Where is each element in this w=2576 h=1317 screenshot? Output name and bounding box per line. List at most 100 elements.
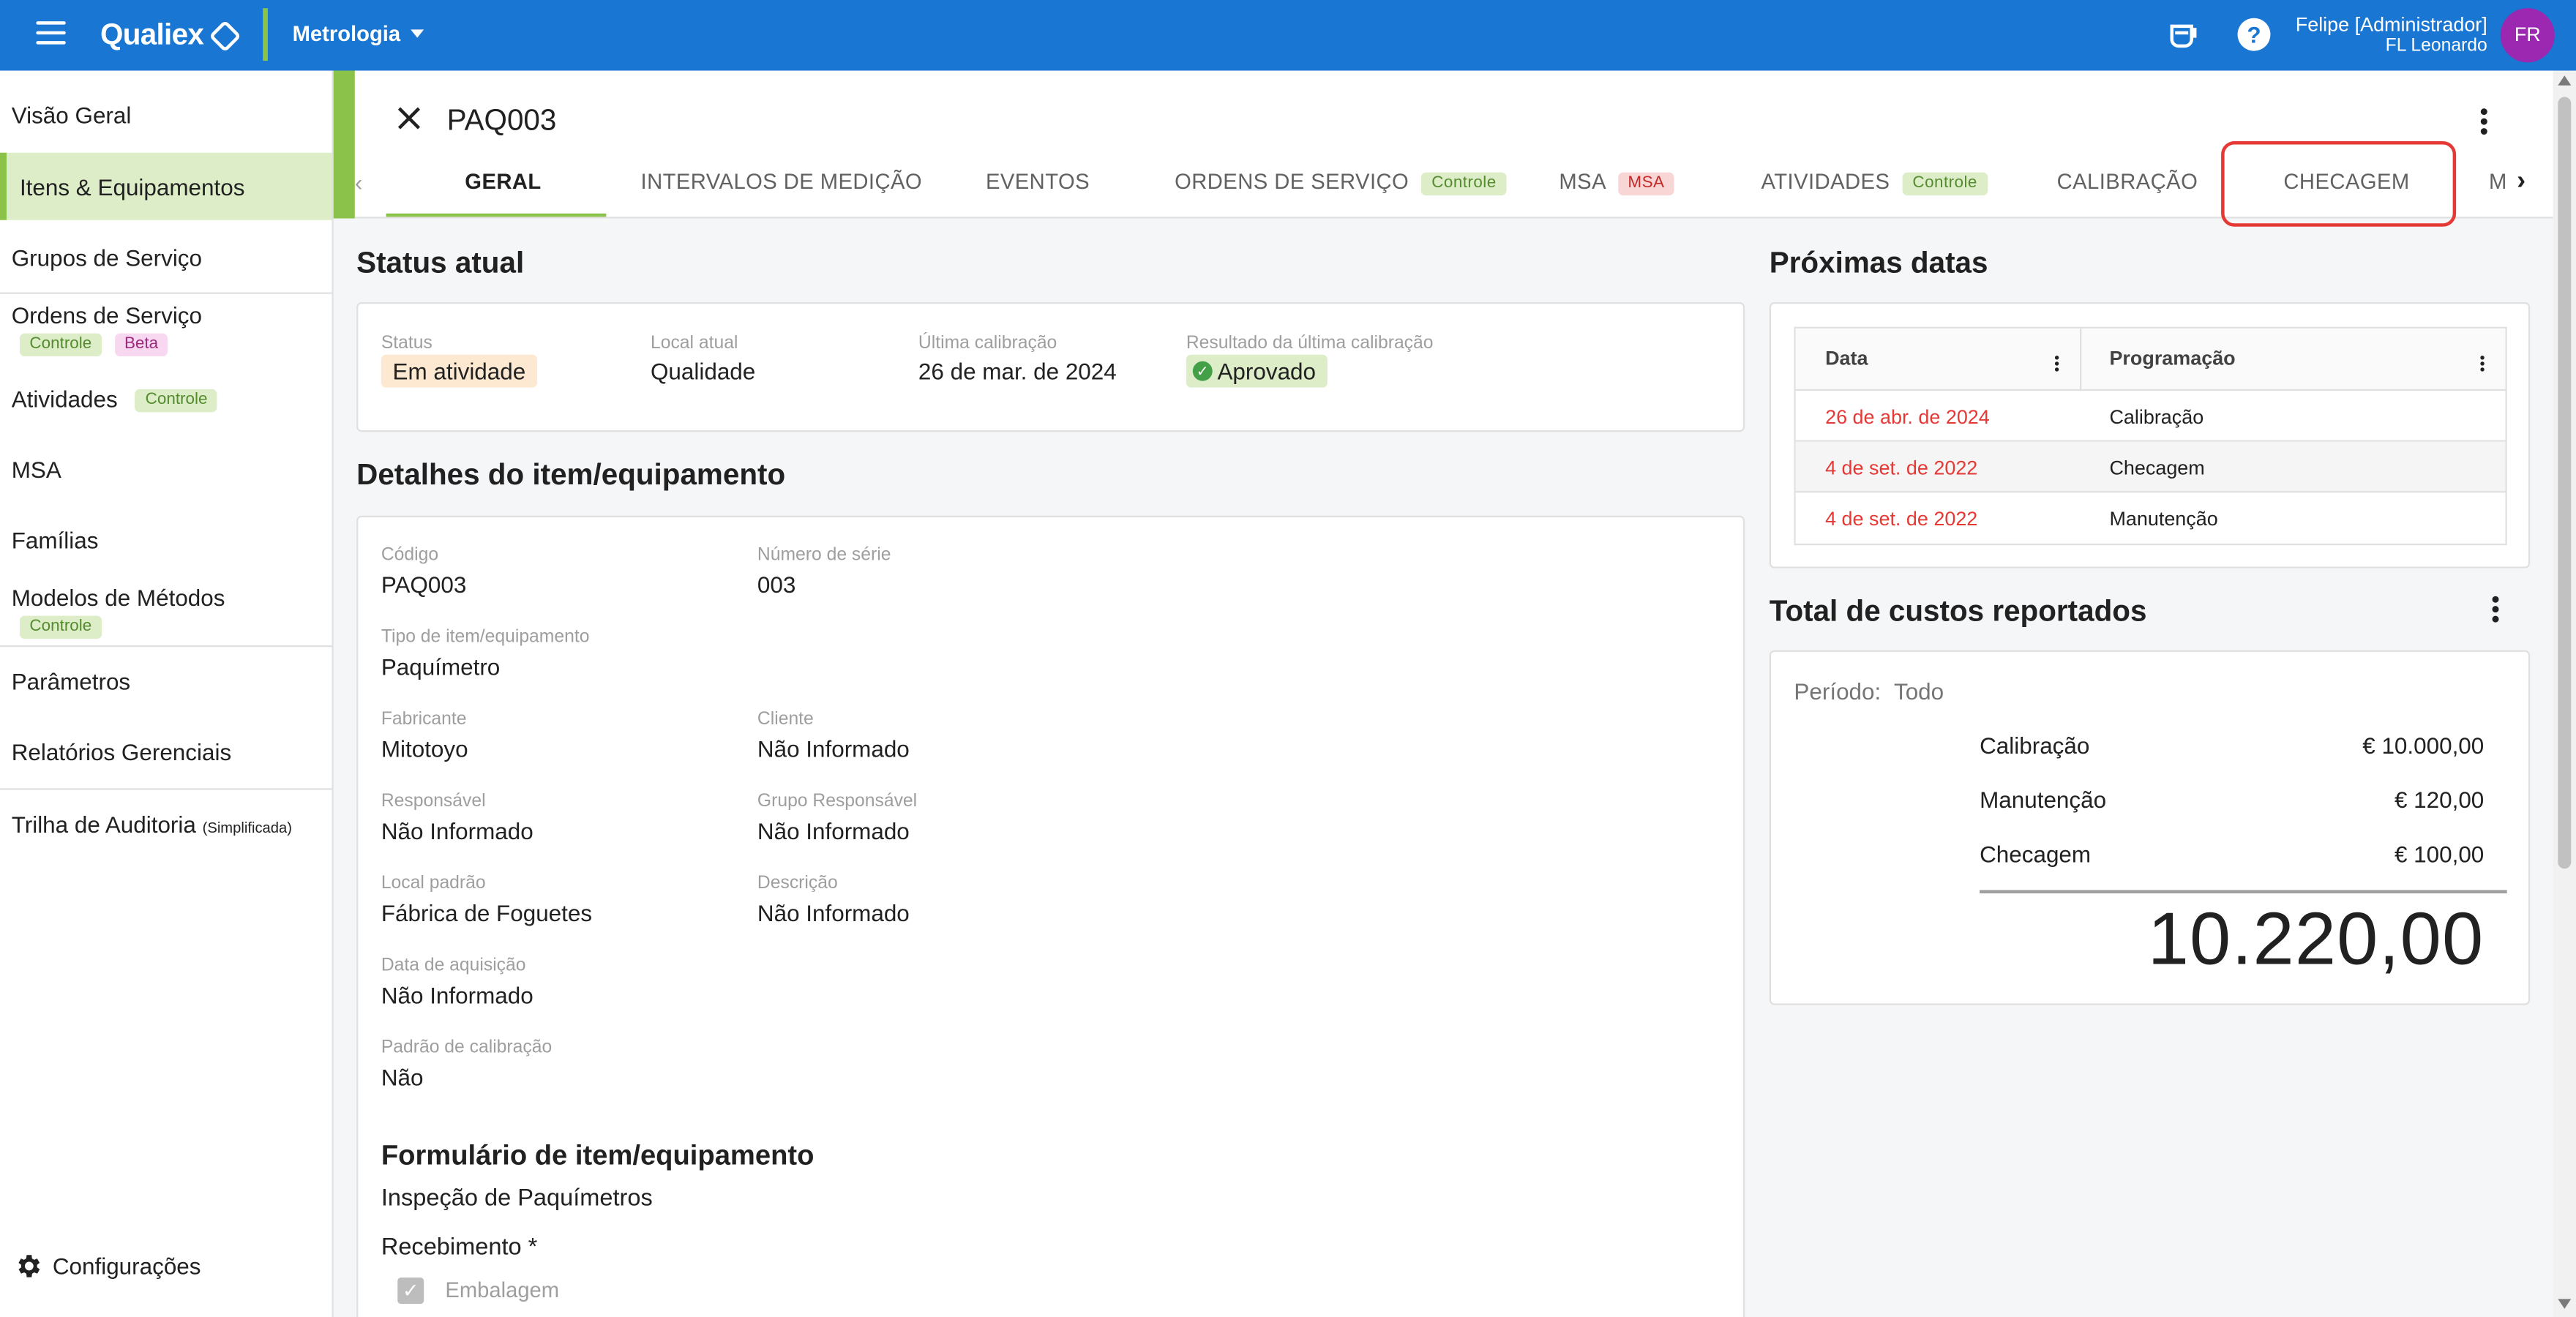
period-filter[interactable]: Período: Todo bbox=[1794, 678, 1944, 705]
next-dates-title: Próximas datas bbox=[1769, 246, 1988, 279]
checagem-tab-highlight bbox=[2221, 141, 2457, 227]
column-menu-icon[interactable] bbox=[2054, 356, 2059, 373]
table-row[interactable]: 4 de set. de 2022 Checagem bbox=[1795, 441, 2506, 493]
descricao-value: Não Informado bbox=[757, 899, 910, 926]
user-info[interactable]: Felipe [Administrador] FL Leonardo bbox=[2296, 14, 2487, 57]
aquisicao-value: Não Informado bbox=[381, 982, 533, 1009]
status-badge: Em atividade bbox=[381, 354, 537, 388]
sidebar-item-modelos-metodos[interactable]: Modelos de Métodos Controle bbox=[0, 585, 332, 639]
brand-divider bbox=[263, 8, 268, 61]
tab-intervalos-medicao[interactable]: INTERVALOS DE MEDIÇÃO bbox=[641, 169, 923, 194]
accent-bar bbox=[333, 70, 355, 219]
tab-label: MSA bbox=[1559, 169, 1606, 194]
tipo-label: Tipo de item/equipamento bbox=[381, 627, 590, 648]
cost-line-calibracao: Calibração € 10.000,00 bbox=[1980, 732, 2484, 759]
scroll-down-icon[interactable] bbox=[2558, 1299, 2572, 1309]
embalagem-checkbox[interactable]: ✓ bbox=[397, 1277, 424, 1305]
tab-label: EVENTOS bbox=[985, 169, 1090, 194]
sidebar-item-grupos-servico[interactable]: Grupos de Serviço bbox=[0, 244, 332, 271]
tab-eventos[interactable]: EVENTOS bbox=[986, 169, 1090, 194]
brand-mark-icon bbox=[209, 19, 242, 52]
grupo-label: Grupo Responsável bbox=[757, 791, 918, 811]
sidebar-item-itens-equipamentos[interactable]: Itens & Equipamentos bbox=[0, 152, 332, 220]
tag-controle: Controle bbox=[19, 616, 102, 639]
cost-amount: € 10.000,00 bbox=[2362, 732, 2485, 759]
table-row[interactable]: 4 de set. de 2022 Manutenção bbox=[1796, 492, 2506, 544]
fabricante-value: Mitotoyo bbox=[381, 735, 468, 762]
status-section-title: Status atual bbox=[356, 246, 525, 279]
last-calibration-value: 26 de mar. de 2024 bbox=[918, 358, 1117, 385]
aquisicao-label: Data de aquisição bbox=[381, 956, 526, 976]
close-icon[interactable] bbox=[396, 105, 422, 132]
location-label: Local atual bbox=[650, 333, 738, 353]
tabs-scroll-right-icon[interactable]: › bbox=[2517, 168, 2526, 197]
sidebar-item-ordens-servico[interactable]: Ordens de Serviço Controle Beta bbox=[0, 302, 332, 357]
tipo-value: Paquímetro bbox=[381, 653, 501, 680]
sidebar-item-parametros[interactable]: Parâmetros bbox=[0, 668, 332, 694]
brand-name: Qualiex bbox=[100, 18, 204, 51]
details-card: Código PAQ003 Número de série 003 Tipo d… bbox=[356, 515, 1745, 1317]
sidebar-item-label: Famílias bbox=[11, 527, 99, 554]
item-header: PAQ003 ‹ GERAL INTERVALOS DE MEDIÇÃO EVE… bbox=[354, 70, 2553, 227]
help-icon[interactable]: ? bbox=[2237, 18, 2271, 51]
tab-ordens-servico[interactable]: ORDENS DE SERVIÇO Controle bbox=[1175, 169, 1507, 195]
tab-calibracao[interactable]: CALIBRAÇÃO bbox=[2057, 169, 2198, 194]
cost-label: Checagem bbox=[1980, 841, 2092, 868]
avatar[interactable]: FR bbox=[2500, 8, 2555, 63]
sidebar-item-atividades[interactable]: Atividades Controle bbox=[0, 386, 332, 413]
top-bar: Qualiex Metrologia ? Felipe [Administrad… bbox=[0, 0, 2576, 71]
module-label: Metrologia bbox=[292, 21, 401, 46]
tab-atividades[interactable]: ATIVIDADES Controle bbox=[1761, 169, 1988, 195]
tab-label: INTERVALOS DE MEDIÇÃO bbox=[640, 169, 923, 194]
total-cost: 10.220,00 bbox=[2147, 896, 2485, 980]
active-tab-indicator bbox=[386, 213, 607, 217]
chevron-down-icon bbox=[410, 29, 424, 38]
date-cell: 4 de set. de 2022 bbox=[1825, 456, 1978, 480]
sidebar: Visão Geral Itens & Equipamentos Grupos … bbox=[0, 70, 334, 1317]
check-circle-icon: ✓ bbox=[1192, 361, 1213, 381]
sidebar-divider bbox=[0, 788, 332, 790]
tag-controle: Controle bbox=[1902, 171, 1988, 195]
tab-msa[interactable]: MSA MSA bbox=[1559, 169, 1674, 195]
sidebar-item-visao-geral[interactable]: Visão Geral bbox=[0, 102, 332, 128]
settings-button[interactable]: Configurações bbox=[13, 1251, 201, 1280]
gear-icon bbox=[18, 1255, 40, 1277]
col-header-date[interactable]: Data bbox=[1825, 347, 1868, 369]
brand-logo[interactable]: Qualiex bbox=[100, 18, 242, 53]
more-options-icon[interactable] bbox=[2480, 108, 2487, 138]
tabs-scroll-left-icon[interactable]: ‹ bbox=[355, 169, 362, 195]
cost-label: Manutenção bbox=[1980, 787, 2107, 813]
prog-cell: Calibração bbox=[2109, 405, 2204, 429]
sidebar-item-label: Itens & Equipamentos bbox=[19, 173, 245, 200]
column-menu-icon[interactable] bbox=[2480, 356, 2485, 373]
tab-label: ATIVIDADES bbox=[1761, 169, 1890, 194]
table-row[interactable]: 26 de abr. de 2024 Calibração bbox=[1795, 391, 2506, 442]
cost-label: Calibração bbox=[1980, 732, 2090, 759]
tab-label: ORDENS DE SERVIÇO bbox=[1175, 169, 1409, 194]
module-selector[interactable]: Metrologia bbox=[293, 21, 424, 46]
tab-label: GERAL bbox=[465, 169, 542, 194]
codigo-value: PAQ003 bbox=[381, 571, 467, 598]
learning-icon[interactable] bbox=[2167, 18, 2200, 51]
tab-overflow[interactable]: M bbox=[2489, 169, 2507, 194]
prog-cell: Manutenção bbox=[2109, 507, 2218, 530]
scroll-up-icon[interactable] bbox=[2558, 75, 2572, 86]
sidebar-item-familias[interactable]: Famílias bbox=[0, 527, 332, 553]
sidebar-item-relatorios[interactable]: Relatórios Gerenciais bbox=[0, 739, 332, 765]
serie-value: 003 bbox=[757, 571, 796, 598]
period-label: Período: bbox=[1794, 678, 1882, 705]
approved-badge: ✓ Aprovado bbox=[1186, 354, 1328, 388]
table-header: Data Programação bbox=[1795, 328, 2506, 391]
col-header-prog[interactable]: Programação bbox=[2109, 347, 2235, 369]
sidebar-item-msa[interactable]: MSA bbox=[0, 457, 332, 483]
scrollbar-thumb[interactable] bbox=[2558, 97, 2572, 869]
tab-geral[interactable]: GERAL bbox=[465, 169, 541, 194]
sidebar-item-trilha-auditoria[interactable]: Trilha de Auditoria (Simplificada) bbox=[0, 811, 332, 838]
sidebar-item-label: Parâmetros bbox=[11, 668, 131, 695]
costs-more-icon[interactable] bbox=[2492, 596, 2499, 626]
menu-icon[interactable] bbox=[36, 21, 66, 48]
page-scrollbar[interactable] bbox=[2553, 70, 2576, 1317]
sidebar-item-label: Atividades bbox=[11, 386, 118, 413]
form-name: Inspeção de Paquímetros bbox=[381, 1185, 653, 1212]
tag-beta: Beta bbox=[114, 334, 168, 357]
